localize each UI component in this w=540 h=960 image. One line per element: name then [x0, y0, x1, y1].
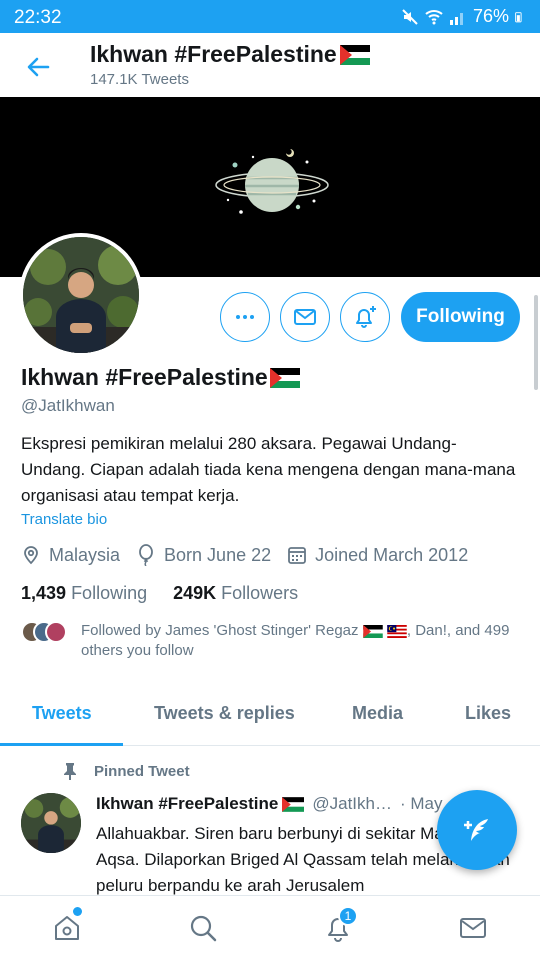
notify-button[interactable]: [340, 292, 390, 342]
followed-by-avatars: [21, 621, 71, 643]
tab-tweets[interactable]: Tweets: [32, 703, 92, 724]
search-icon[interactable]: [188, 913, 218, 943]
birthday-item: Born June 22: [136, 544, 271, 566]
followed-by[interactable]: Followed by James 'Ghost Stinger' Regaz …: [21, 621, 526, 661]
profile-header: Ikhwan #FreePalestine 147.1K Tweets: [0, 33, 540, 97]
status-bar: 22:32 76%: [0, 0, 540, 33]
translate-bio-link[interactable]: Translate bio: [21, 511, 107, 528]
location-text: Malaysia: [49, 544, 121, 565]
tab-likes[interactable]: Likes: [465, 703, 511, 724]
profile-handle: @JatIkhwan: [21, 396, 115, 415]
status-time: 22:32: [14, 7, 62, 28]
joined-item: Joined March 2012: [287, 545, 468, 566]
mute-icon: [402, 8, 418, 25]
pinned-tweet-label: Pinned Tweet: [62, 762, 190, 780]
tweet-avatar-photo: [21, 793, 81, 853]
tweet-date: · May: [400, 794, 443, 813]
battery-percent: 76%: [472, 6, 509, 26]
home-unread-dot: [73, 907, 82, 916]
tweet-avatar[interactable]: [21, 793, 81, 853]
tweet-author-name[interactable]: Ikhwan #FreePalestine: [96, 794, 278, 814]
bell-plus-icon: [356, 306, 376, 328]
profile-meta: Malaysia Born June 22 Joined March 2012: [21, 544, 484, 566]
header-title: Ikhwan #FreePalestine: [90, 41, 370, 68]
header-name: Ikhwan #FreePalestine: [90, 41, 337, 67]
followers-count-link[interactable]: 249K Followers: [173, 583, 298, 604]
calendar-icon: [288, 547, 307, 564]
profile-tabs: Tweets Tweets & replies Media Likes: [0, 686, 540, 746]
following-label: Following: [71, 583, 148, 603]
birthday-text: Born June 22: [164, 544, 272, 565]
pinned-text: Pinned Tweet: [94, 762, 190, 780]
compose-tweet-button[interactable]: [437, 790, 517, 870]
bottom-navigation: [0, 895, 540, 960]
followers-count: 249K: [173, 583, 217, 603]
envelope-icon: [294, 309, 316, 325]
avatar-photo: [23, 237, 139, 353]
profile-avatar[interactable]: [19, 233, 143, 357]
follower-avatar: [45, 621, 67, 643]
profile-bio: Ekspresi pemikiran melalui 280 aksara. P…: [21, 434, 516, 505]
planet-illustration: [215, 149, 329, 214]
status-icons: 76%: [401, 6, 526, 27]
tweet-header: Ikhwan #FreePalestine @JatIkh… · May: [96, 794, 443, 814]
signal-icon: [449, 12, 463, 25]
compose-feather-icon: [464, 819, 488, 841]
profile-name: Ikhwan #FreePalestine: [21, 364, 300, 391]
header-tweet-count: 147.1K Tweets: [90, 71, 189, 88]
notification-badge: 1: [338, 906, 358, 926]
tab-tweets-replies[interactable]: Tweets & replies: [154, 703, 295, 724]
following-button[interactable]: Following: [401, 292, 520, 342]
messages-mail-icon[interactable]: [458, 913, 488, 943]
back-arrow-icon[interactable]: [22, 51, 54, 83]
message-button[interactable]: [280, 292, 330, 342]
active-tab-indicator: [0, 743, 123, 746]
scrollbar[interactable]: [534, 295, 538, 390]
following-count-link[interactable]: 1,439 Following: [21, 583, 147, 604]
balloon-icon: [139, 544, 153, 566]
location-item: Malaysia: [21, 545, 120, 566]
location-pin-icon: [24, 546, 38, 565]
profile-name-text: Ikhwan #FreePalestine: [21, 364, 268, 390]
home-icon[interactable]: [52, 913, 82, 943]
followers-label: Followers: [221, 583, 299, 603]
following-count: 1,439: [21, 583, 67, 603]
palestine-flag-icon: [362, 624, 383, 638]
battery-icon: [515, 11, 522, 22]
follow-counts: 1,439 Following 249K Followers: [21, 583, 298, 604]
palestine-flag-icon: [282, 796, 305, 812]
tweet-author-handle: @JatIkh…: [312, 794, 392, 813]
palestine-flag-icon: [339, 44, 370, 65]
followed-by-prefix: Followed by James 'Ghost Stinger' Regaz: [81, 622, 359, 639]
pin-icon: [64, 763, 76, 780]
malaysia-flag-icon: [387, 624, 407, 638]
followed-by-text: Followed by James 'Ghost Stinger' Regaz …: [21, 621, 526, 661]
palestine-flag-icon: [269, 367, 300, 388]
joined-text: Joined March 2012: [315, 544, 469, 565]
wifi-icon: [425, 9, 443, 24]
more-options-button[interactable]: [220, 292, 270, 342]
more-horizontal-icon: [236, 315, 254, 319]
tab-media[interactable]: Media: [352, 703, 403, 724]
